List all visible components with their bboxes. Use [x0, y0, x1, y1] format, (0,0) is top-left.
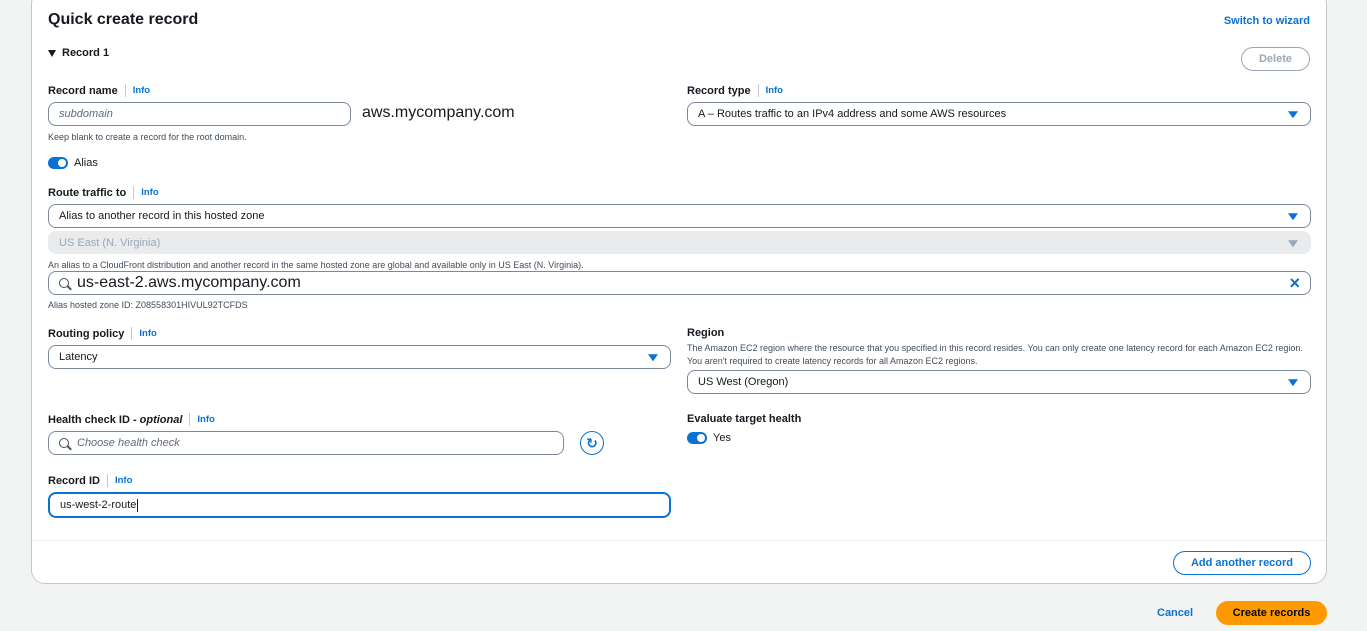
- alias-label: Alias: [74, 157, 98, 169]
- evaluate-target-health-row: Yes: [687, 432, 731, 444]
- dropdown-caret-icon: [1288, 239, 1298, 247]
- routing-policy-select[interactable]: Latency: [48, 345, 671, 369]
- route-traffic-label-text: Route traffic to: [48, 186, 127, 199]
- health-check-placeholder: Choose health check: [77, 437, 180, 449]
- refresh-icon[interactable]: ↻: [580, 431, 604, 455]
- record-header-label: Record 1: [62, 47, 110, 59]
- health-check-label: Health check ID - optional Info: [48, 413, 215, 426]
- cancel-link[interactable]: Cancel: [1157, 607, 1193, 619]
- optional-label: optional: [139, 413, 183, 426]
- alias-toggle-row: Alias: [48, 157, 98, 169]
- search-icon: [59, 438, 69, 448]
- record-type-info-link[interactable]: Info: [766, 85, 783, 96]
- health-check-label-text: Health check ID -: [48, 413, 137, 426]
- search-icon: [59, 278, 69, 288]
- dropdown-caret-icon: [1288, 111, 1298, 119]
- record-id-input[interactable]: us-west-2-route: [48, 492, 671, 518]
- dropdown-caret-icon: [648, 354, 658, 362]
- record-name-input[interactable]: subdomain: [48, 102, 351, 126]
- record-name-info-link[interactable]: Info: [133, 85, 150, 96]
- add-another-record-button[interactable]: Add another record: [1173, 551, 1311, 575]
- region-select[interactable]: US West (Oregon): [687, 370, 1311, 394]
- record-name-hint: Keep blank to create a record for the ro…: [48, 132, 247, 142]
- switch-to-wizard-link[interactable]: Switch to wizard: [1224, 15, 1310, 27]
- dropdown-caret-icon: [1288, 213, 1298, 221]
- region-hint: The Amazon EC2 region where the resource…: [687, 343, 1303, 366]
- record-id-info-link[interactable]: Info: [115, 475, 132, 486]
- quick-create-panel: Quick create record Switch to wizard Rec…: [31, 0, 1327, 584]
- record-name-label-text: Record name: [48, 84, 118, 97]
- health-check-search[interactable]: Choose health check: [48, 431, 564, 455]
- evaluate-target-health-label: Evaluate target health: [687, 413, 802, 425]
- create-records-button[interactable]: Create records: [1216, 601, 1327, 625]
- domain-suffix: aws.mycompany.com: [362, 104, 515, 121]
- evaluate-target-health-toggle[interactable]: [687, 432, 707, 444]
- route-traffic-info-link[interactable]: Info: [141, 187, 158, 198]
- alias-target-value: us-east-2.aws.mycompany.com: [77, 274, 301, 291]
- label-separator: [124, 84, 126, 97]
- section-divider: [32, 540, 1326, 541]
- panel-title: Quick create record: [48, 11, 199, 28]
- alias-toggle[interactable]: [48, 157, 68, 169]
- text-cursor: [137, 498, 139, 512]
- record-type-select[interactable]: A – Routes traffic to an IPv4 address an…: [687, 102, 1311, 126]
- route-traffic-label: Route traffic to Info: [48, 186, 159, 199]
- record-type-label: Record type Info: [687, 84, 783, 97]
- label-separator: [106, 474, 108, 487]
- alias-region-hint: An alias to a CloudFront distribution an…: [48, 260, 584, 270]
- alias-region-value: US East (N. Virginia): [59, 236, 161, 249]
- health-check-info-link[interactable]: Info: [197, 414, 214, 425]
- routing-policy-label-text: Routing policy: [48, 327, 125, 340]
- region-value: US West (Oregon): [698, 376, 789, 388]
- alias-region-select: US East (N. Virginia): [48, 231, 1311, 254]
- record-name-label: Record name Info: [48, 84, 150, 97]
- record-name-placeholder: subdomain: [59, 108, 113, 120]
- alias-target-search[interactable]: us-east-2.aws.mycompany.com ×: [48, 271, 1311, 295]
- label-separator: [131, 327, 133, 340]
- record-id-label-text: Record ID: [48, 474, 100, 487]
- dropdown-caret-icon: [1288, 379, 1298, 387]
- region-label: Region: [687, 327, 725, 339]
- record-id-value: us-west-2-route: [60, 499, 137, 511]
- record-type-label-text: Record type: [687, 84, 751, 97]
- alias-zone-hint: Alias hosted zone ID: Z08558301HIVUL92TC…: [48, 300, 248, 310]
- route-traffic-value: Alias to another record in this hosted z…: [59, 210, 265, 222]
- clear-icon[interactable]: ×: [1289, 273, 1300, 294]
- label-separator: [757, 84, 759, 97]
- record-id-label: Record ID Info: [48, 474, 132, 487]
- route-traffic-select[interactable]: Alias to another record in this hosted z…: [48, 204, 1311, 228]
- caret-down-icon: [48, 49, 56, 57]
- label-separator: [189, 413, 191, 426]
- routing-policy-info-link[interactable]: Info: [139, 328, 156, 339]
- record-type-value: A – Routes traffic to an IPv4 address an…: [698, 108, 1007, 120]
- delete-button[interactable]: Delete: [1241, 47, 1310, 71]
- evaluate-target-health-value: Yes: [713, 432, 731, 444]
- routing-policy-label: Routing policy Info: [48, 327, 157, 340]
- record-section-toggle[interactable]: Record 1: [48, 47, 109, 59]
- routing-policy-value: Latency: [59, 351, 98, 363]
- label-separator: [133, 186, 135, 199]
